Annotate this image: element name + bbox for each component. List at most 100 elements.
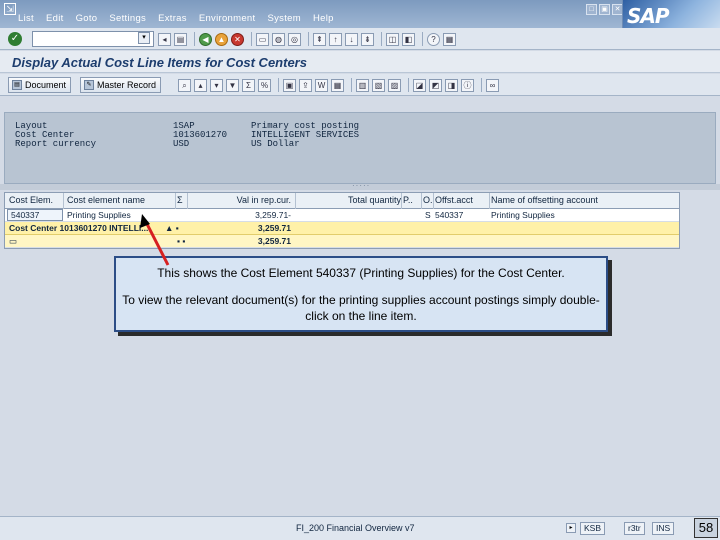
status-expand-icon[interactable]: ▸ <box>566 523 576 533</box>
exit-icon[interactable]: ▲ <box>215 32 228 46</box>
cancel-icon[interactable]: ✕ <box>231 32 244 46</box>
change-layout-icon[interactable]: ▥ <box>356 78 369 92</box>
page-title: Display Actual Cost Line Items for Cost … <box>12 55 307 70</box>
cell-offset-name: Printing Supplies <box>491 210 555 220</box>
previous-page-icon[interactable]: ↑ <box>329 32 342 46</box>
callout-line-1: This shows the Cost Element 540337 (Prin… <box>157 266 565 280</box>
table-row[interactable]: 540337 Printing Supplies 3,259.71- S 540… <box>5 209 679 222</box>
system-menu-icon[interactable]: ⇲ <box>4 3 16 15</box>
filter-icon[interactable]: ▼ <box>226 78 239 92</box>
application-toolbar: ▤ Document ✎ Master Record ⌕ ▴ ▾ ▼ Σ % ▣… <box>0 74 720 96</box>
view-icon[interactable]: ◨ <box>445 78 458 92</box>
column-header-p[interactable]: P.. <box>403 195 421 205</box>
abc-analysis-icon[interactable]: ◪ <box>413 78 426 92</box>
menu-system[interactable]: System <box>267 13 300 24</box>
status-client[interactable]: r3tr <box>624 522 645 535</box>
link-icon[interactable]: ∞ <box>486 78 499 92</box>
word-processing-icon[interactable]: W <box>315 78 328 92</box>
splitter-handle[interactable]: ····· <box>0 181 720 190</box>
toolbar-separator <box>408 78 409 92</box>
status-bar: FI_200 Financial Overview v7 ▸ KSB r3tr … <box>0 516 720 540</box>
toolbar-separator <box>194 32 195 46</box>
sort-descending-icon[interactable]: ▾ <box>210 78 223 92</box>
layout-menu-icon[interactable]: ▦ <box>443 32 456 46</box>
subtotal-marker-icon: ▲ ▪ <box>165 223 179 233</box>
menu-settings[interactable]: Settings <box>109 13 146 24</box>
subtotal-label: Cost Center 1013601270 INTELLI... <box>9 223 149 233</box>
choose-layout-icon[interactable]: ▧ <box>372 78 385 92</box>
column-header-cost-elem[interactable]: Cost Elem. <box>9 195 61 205</box>
back-arrow-icon[interactable]: ◂ <box>158 32 171 46</box>
export-icon[interactable]: ⇪ <box>299 78 312 92</box>
header-value-currency: USD <box>173 139 190 149</box>
cell-cost-element-name: Printing Supplies <box>67 210 131 220</box>
sum-icon[interactable]: Σ <box>242 78 255 92</box>
column-header-value-rep-cur[interactable]: Val in rep.cur. <box>233 195 291 205</box>
details-icon[interactable]: ⌕ <box>178 78 191 92</box>
find-icon[interactable]: ◍ <box>272 32 285 46</box>
menu-goto[interactable]: Goto <box>76 13 98 24</box>
column-separator <box>187 193 188 209</box>
toolbar-separator <box>308 32 309 46</box>
cell-o: S <box>425 210 431 220</box>
save-icon[interactable]: ▤ <box>174 32 187 46</box>
title-bar: Display Actual Cost Line Items for Cost … <box>0 51 720 73</box>
alv-toolbar-icons: ⌕ ▴ ▾ ▼ Σ % ▣ ⇪ W ▦ ▥ ▧ ▨ ◪ ◩ ◨ ⓘ ∞ <box>178 78 502 92</box>
menu-list[interactable]: List <box>18 13 34 24</box>
master-record-button-label: Master Record <box>97 80 157 90</box>
toolbar-separator <box>381 32 382 46</box>
command-dropdown-icon[interactable]: ▾ <box>138 32 150 44</box>
info-icon[interactable]: ⓘ <box>461 78 474 92</box>
shortcut-icon[interactable]: ◧ <box>402 32 415 46</box>
master-record-icon: ✎ <box>84 80 94 90</box>
print-icon[interactable]: ▭ <box>256 32 269 46</box>
menu-extras[interactable]: Extras <box>158 13 187 24</box>
sort-ascending-icon[interactable]: ▴ <box>194 78 207 92</box>
enter-check-icon[interactable]: ✓ <box>8 32 22 46</box>
status-system[interactable]: KSB <box>580 522 606 535</box>
spreadsheet-icon[interactable]: ▦ <box>331 78 344 92</box>
column-separator <box>295 193 296 209</box>
last-page-icon[interactable]: ⇟ <box>361 32 374 46</box>
toolbar-separator <box>351 78 352 92</box>
print-preview-icon[interactable]: ▣ <box>283 78 296 92</box>
next-page-icon[interactable]: ↓ <box>345 32 358 46</box>
document-icon: ▤ <box>12 80 22 90</box>
column-header-sigma[interactable]: Σ <box>177 195 187 205</box>
column-header-offset-name[interactable]: Name of offsetting account <box>491 195 679 205</box>
master-record-button[interactable]: ✎ Master Record <box>80 77 162 93</box>
maximize-button[interactable]: ▣ <box>599 4 610 15</box>
menu-environment[interactable]: Environment <box>199 13 256 24</box>
grid-header: Cost Elem. Cost element name Σ Val in re… <box>5 193 679 209</box>
column-header-total-quantity[interactable]: Total quantity <box>345 195 401 205</box>
document-button-label: Document <box>25 80 67 90</box>
grand-total-row[interactable]: ▭ ▪ ▪ 3,259.71 <box>5 235 679 248</box>
instruction-callout: This shows the Cost Element 540337 (Prin… <box>114 256 608 332</box>
first-page-icon[interactable]: ⇞ <box>313 32 326 46</box>
save-layout-icon[interactable]: ▨ <box>388 78 401 92</box>
graphic-icon[interactable]: ◩ <box>429 78 442 92</box>
menu-edit[interactable]: Edit <box>46 13 64 24</box>
column-header-o[interactable]: O.. <box>423 195 433 205</box>
subtotal-icon[interactable]: % <box>258 78 271 92</box>
find-next-icon[interactable]: ◎ <box>288 32 301 46</box>
column-separator <box>489 193 490 209</box>
status-mode[interactable]: INS <box>652 522 675 535</box>
report-header: Layout 1SAP Primary cost posting Cost Ce… <box>4 112 716 184</box>
column-separator <box>401 193 402 209</box>
document-button[interactable]: ▤ Document <box>8 77 72 93</box>
command-field[interactable] <box>32 31 154 47</box>
minimize-button[interactable]: □ <box>586 4 597 15</box>
grand-total-icon: ▭ <box>9 236 18 246</box>
back-icon[interactable]: ◀ <box>199 32 212 46</box>
column-header-cost-element-name[interactable]: Cost element name <box>67 195 173 205</box>
subtotal-row[interactable]: Cost Center 1013601270 INTELLI... ▲ ▪ 3,… <box>5 222 679 235</box>
new-session-icon[interactable]: ◫ <box>386 32 399 46</box>
column-header-offset-acct[interactable]: Offst.acct <box>435 195 489 205</box>
column-separator <box>175 193 176 209</box>
sap-logo: SAP <box>622 0 720 28</box>
help-icon[interactable]: ? <box>427 32 440 46</box>
cell-cost-elem: 540337 <box>11 210 40 220</box>
menu-help[interactable]: Help <box>313 13 334 24</box>
toolbar-separator <box>422 32 423 46</box>
